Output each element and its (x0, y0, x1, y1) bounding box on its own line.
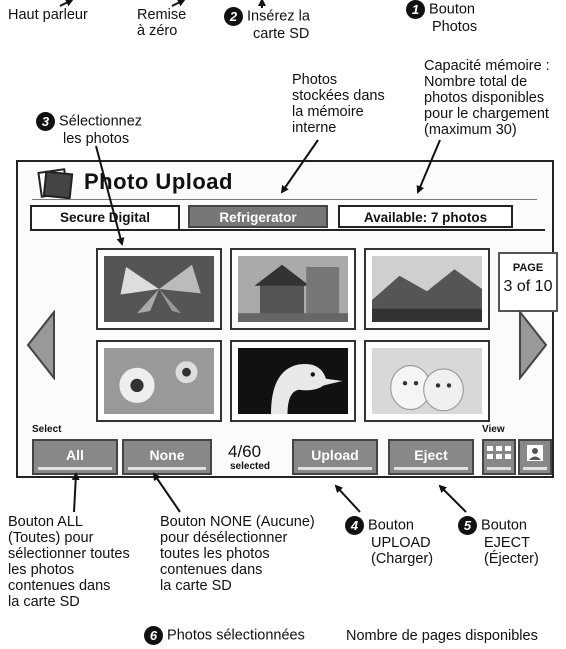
arrow-capacity (416, 139, 441, 194)
arrow-speaker (59, 0, 74, 7)
arrow-eject (438, 484, 467, 513)
arrow-all (71, 472, 80, 513)
arrow-select (95, 145, 125, 246)
arrow-none (152, 472, 181, 513)
arrow-reset (171, 0, 186, 7)
arrow-upload (334, 484, 361, 513)
callout-arrows (59, 0, 467, 513)
arrow-internal (280, 139, 319, 194)
